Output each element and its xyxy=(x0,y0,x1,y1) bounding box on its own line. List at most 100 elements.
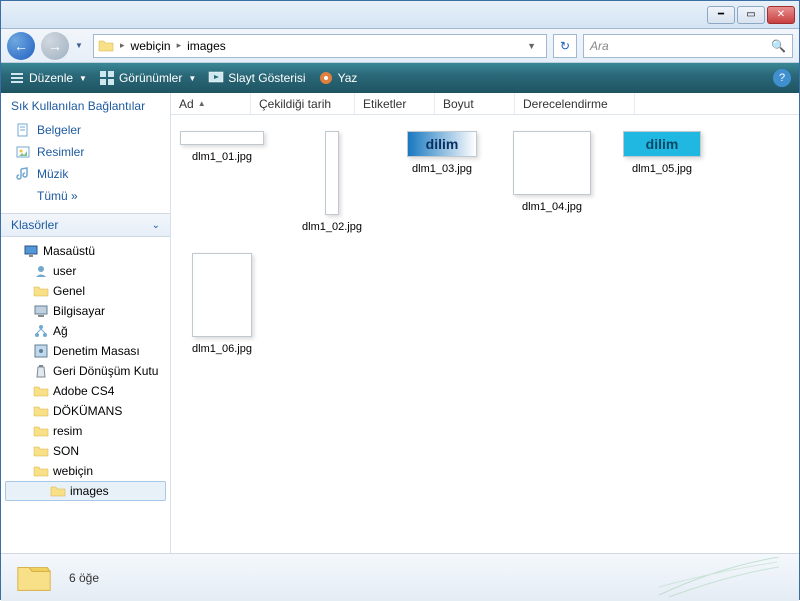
tree-item[interactable]: Denetim Masası xyxy=(1,341,170,361)
slideshow-label: Slayt Gösterisi xyxy=(228,71,305,85)
chevron-down-icon: ▼ xyxy=(188,74,196,83)
maximize-button[interactable]: ▭ xyxy=(737,6,765,24)
burn-button[interactable]: Yaz xyxy=(318,70,358,86)
folders-header-label: Klasörler xyxy=(11,218,58,232)
arrow-left-icon: ← xyxy=(14,38,28,54)
search-input[interactable]: Ara 🔍 xyxy=(583,34,793,58)
forward-button[interactable]: → xyxy=(41,32,69,60)
file-name: dlm1_05.jpg xyxy=(632,163,692,175)
tree-item-label: user xyxy=(53,264,76,278)
tree-item-label: Genel xyxy=(53,284,85,298)
folder-icon xyxy=(15,561,53,595)
breadcrumb-separator: ▸ xyxy=(118,40,127,51)
favorite-label: Tümü » xyxy=(37,189,78,203)
tree-item[interactable]: user xyxy=(1,261,170,281)
favorite-label: Resimler xyxy=(37,145,84,159)
favorite-link[interactable]: Tümü » xyxy=(11,185,160,207)
views-label: Görünümler xyxy=(119,71,182,85)
favorite-link[interactable]: Belgeler xyxy=(11,119,160,141)
file-item[interactable]: dlm1_02.jpg xyxy=(289,131,375,233)
breadcrumb-item[interactable]: webiçin xyxy=(127,39,175,53)
main-area: Sık Kullanılan Bağlantılar BelgelerResim… xyxy=(1,93,799,553)
organize-menu[interactable]: Düzenle ▼ xyxy=(9,70,87,86)
tree-item-label: Ağ xyxy=(53,324,68,338)
tree-item-label: Geri Dönüşüm Kutu xyxy=(53,364,158,378)
tree-item[interactable]: Masaüstü xyxy=(1,241,170,261)
tree-item[interactable]: DÖKÜMANS xyxy=(1,401,170,421)
column-header[interactable]: Çekildiği tarih xyxy=(251,93,355,114)
tree-item-label: webiçin xyxy=(53,464,93,478)
views-icon xyxy=(99,70,115,86)
tree-item[interactable]: webiçin xyxy=(1,461,170,481)
tree-item[interactable]: Adobe CS4 xyxy=(1,381,170,401)
close-button[interactable]: ✕ xyxy=(767,6,795,24)
folder-icon xyxy=(33,443,49,459)
breadcrumb-separator: ▸ xyxy=(175,40,184,51)
search-placeholder: Ara xyxy=(590,39,609,53)
nav-history-dropdown[interactable]: ▼ xyxy=(75,41,87,50)
back-button[interactable]: ← xyxy=(7,32,35,60)
file-item[interactable]: dlm1_06.jpg xyxy=(179,253,265,355)
file-thumbnail xyxy=(180,131,264,145)
file-thumbnail xyxy=(192,253,252,337)
navigation-bar: ← → ▼ ▸ webiçin ▸ images ▼ ↻ Ara 🔍 xyxy=(1,29,799,63)
favorite-label: Belgeler xyxy=(37,123,81,137)
file-thumbnail: dilim xyxy=(407,131,477,157)
control-icon xyxy=(33,343,49,359)
column-label: Etiketler xyxy=(363,97,406,111)
views-menu[interactable]: Görünümler ▼ xyxy=(99,70,196,86)
tree-item[interactable]: SON xyxy=(1,441,170,461)
tree-item-label: images xyxy=(70,484,109,498)
status-item-count: 6 öğe xyxy=(69,571,99,585)
minimize-button[interactable]: ━ xyxy=(707,6,735,24)
file-grid[interactable]: dlm1_01.jpgdlm1_02.jpgdilimdlm1_03.jpgdl… xyxy=(171,115,799,553)
tree-item[interactable]: resim xyxy=(1,421,170,441)
command-toolbar: Düzenle ▼ Görünümler ▼ Slayt Gösterisi Y… xyxy=(1,63,799,93)
tree-item-label: SON xyxy=(53,444,79,458)
column-label: Ad xyxy=(179,97,194,111)
column-header[interactable]: Boyut xyxy=(435,93,515,114)
tree-item-label: Denetim Masası xyxy=(53,344,140,358)
file-item[interactable]: dlm1_04.jpg xyxy=(509,131,595,233)
decorative-swoosh xyxy=(659,557,779,597)
tree-item[interactable]: Genel xyxy=(1,281,170,301)
breadcrumb-item[interactable]: images xyxy=(183,39,230,53)
column-label: Boyut xyxy=(443,97,474,111)
column-header[interactable]: Etiketler xyxy=(355,93,435,114)
folder-icon xyxy=(33,423,49,439)
file-item[interactable]: dilimdlm1_05.jpg xyxy=(619,131,705,233)
column-header[interactable]: Derecelendirme xyxy=(515,93,635,114)
file-item[interactable]: dlm1_01.jpg xyxy=(179,131,265,233)
folder-icon xyxy=(33,403,49,419)
folders-header[interactable]: Klasörler ⌄ xyxy=(1,213,170,237)
tree-item-label: Masaüstü xyxy=(43,244,95,258)
address-dropdown[interactable]: ▼ xyxy=(521,41,542,51)
content-pane: Ad ▲ Çekildiği tarih Etiketler Boyut Derecele… xyxy=(171,93,799,553)
address-bar[interactable]: ▸ webiçin ▸ images ▼ xyxy=(93,34,547,58)
organize-icon xyxy=(9,70,25,86)
more-icon xyxy=(15,188,31,204)
favorite-link[interactable]: Resimler xyxy=(11,141,160,163)
folder-icon xyxy=(33,463,49,479)
computer-icon xyxy=(33,303,49,319)
burn-icon xyxy=(318,70,334,86)
tree-item[interactable]: images xyxy=(5,481,166,501)
sort-asc-icon: ▲ xyxy=(198,99,206,108)
user-icon xyxy=(33,263,49,279)
slideshow-button[interactable]: Slayt Gösterisi xyxy=(208,70,305,86)
tree-item-label: Adobe CS4 xyxy=(53,384,114,398)
refresh-icon: ↻ xyxy=(560,39,570,53)
column-header[interactable]: Ad ▲ xyxy=(171,93,251,114)
tree-item[interactable]: Bilgisayar xyxy=(1,301,170,321)
file-item[interactable]: dilim dlm1_03.jpg xyxy=(399,131,485,233)
tree-item[interactable]: Ağ xyxy=(1,321,170,341)
favorite-link[interactable]: Müzik xyxy=(11,163,160,185)
help-button[interactable]: ? xyxy=(773,69,791,87)
folder-tree: Masaüstü user Genel Bilgisayar Ağ Denetim Mas… xyxy=(1,237,170,553)
file-name: dlm1_03.jpg xyxy=(412,163,472,175)
chevron-down-icon: ⌄ xyxy=(152,220,160,231)
tree-item[interactable]: Geri Dönüşüm Kutu xyxy=(1,361,170,381)
search-icon: 🔍 xyxy=(771,39,786,53)
refresh-button[interactable]: ↻ xyxy=(553,34,577,58)
favorite-label: Müzik xyxy=(37,167,68,181)
